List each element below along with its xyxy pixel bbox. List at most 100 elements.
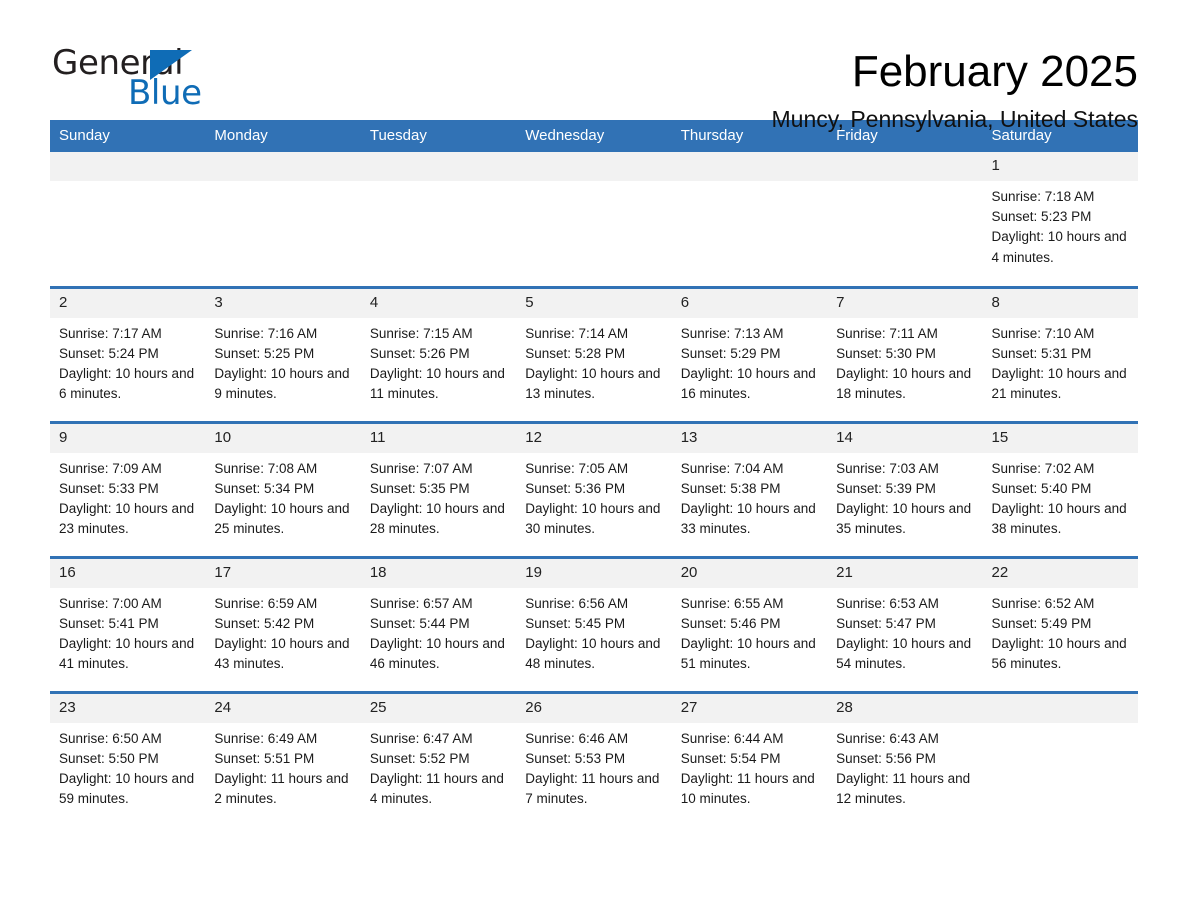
day-number: 10 [205,423,361,453]
sunset-text: Sunset: 5:51 PM [214,750,315,766]
daylight-text: Daylight: 10 hours and 46 minutes. [369,635,505,672]
daylight-text: Daylight: 11 hours and 4 minutes. [369,770,504,807]
sunset-text: Sunset: 5:46 PM [680,615,781,631]
calendar-day-cell[interactable]: 8 Sunrise: 7:10 AM Sunset: 5:31 PM Daylight… [982,285,1138,422]
sunrise-text: Sunrise: 7:16 AM [214,325,318,341]
calendar-day-cell[interactable]: 21 Sunrise: 6:53 AM Sunset: 5:47 PM Dayligh… [827,555,983,692]
daylight-text: Daylight: 11 hours and 2 minutes. [214,770,349,807]
calendar-day-cell-empty [827,152,983,287]
calendar-day-cell-empty [360,152,517,287]
calendar-day-cell[interactable]: 12 Sunrise: 7:05 AM Sunset: 5:36 PM Dayligh… [516,420,672,557]
sunrise-text: Sunrise: 7:00 AM [59,595,162,611]
day-number [360,152,517,181]
day-number [671,152,828,181]
calendar-day-cell[interactable]: 26 Sunrise: 6:46 AM Sunset: 5:53 PM Dayligh… [516,690,672,827]
day-details: Sunrise: 6:43 AM Sunset: 5:56 PM Daylight:… [827,723,982,810]
calendar-day-cell[interactable]: 13 Sunrise: 7:04 AM Sunset: 5:38 PM Dayligh… [671,420,828,557]
sunrise-text: Sunrise: 6:56 AM [525,595,629,611]
day-number: 16 [50,558,206,588]
day-number: 27 [671,693,828,723]
sunset-text: Sunset: 5:25 PM [214,345,315,361]
calendar-day-cell[interactable]: 28 Sunrise: 6:43 AM Sunset: 5:56 PM Dayligh… [827,690,983,827]
sunset-text: Sunset: 5:44 PM [369,615,470,631]
sunset-text: Sunset: 5:36 PM [525,480,626,496]
day-number: 18 [360,558,517,588]
general-blue-logo[interactable]: General Blue [50,44,210,112]
day-details: Sunrise: 6:57 AM Sunset: 5:44 PM Daylight:… [361,588,516,675]
sunset-text: Sunset: 5:33 PM [59,480,159,496]
sunrise-text: Sunrise: 6:55 AM [680,595,784,611]
sunset-text: Sunset: 5:29 PM [680,345,781,361]
sunrise-sunset-calendar: Sunday Monday Tuesday Wednesday Thursday… [50,120,1138,827]
calendar-day-cell[interactable]: 2 Sunrise: 7:17 AM Sunset: 5:24 PM Daylight… [50,285,206,422]
calendar-day-cell[interactable]: 25 Sunrise: 6:47 AM Sunset: 5:52 PM Dayligh… [360,690,517,827]
day-details: Sunrise: 7:00 AM Sunset: 5:41 PM Daylight:… [50,588,205,675]
calendar-day-cell[interactable]: 11 Sunrise: 7:07 AM Sunset: 5:35 PM Dayligh… [360,420,517,557]
calendar-day-cell[interactable]: 9 Sunrise: 7:09 AM Sunset: 5:33 PM Daylight… [50,420,206,557]
day-details: Sunrise: 6:56 AM Sunset: 5:45 PM Daylight:… [516,588,671,675]
calendar-day-cell[interactable]: 24 Sunrise: 6:49 AM Sunset: 5:51 PM Dayligh… [205,690,361,827]
day-number: 5 [516,288,672,318]
calendar-day-cell[interactable]: 6 Sunrise: 7:13 AM Sunset: 5:29 PM Daylight… [671,285,828,422]
daylight-text: Daylight: 11 hours and 10 minutes. [680,770,815,807]
sunrise-text: Sunrise: 6:57 AM [369,595,473,611]
day-number: 25 [360,693,517,723]
day-number: 24 [205,693,361,723]
calendar-day-cell[interactable]: 14 Sunrise: 7:03 AM Sunset: 5:39 PM Dayligh… [827,420,983,557]
calendar-day-cell[interactable]: 22 Sunrise: 6:52 AM Sunset: 5:49 PM Dayligh… [982,555,1138,692]
calendar-day-cell[interactable]: 5 Sunrise: 7:14 AM Sunset: 5:28 PM Daylight… [516,285,672,422]
sunset-text: Sunset: 5:47 PM [836,615,936,631]
day-number: 13 [671,423,828,453]
daylight-text: Daylight: 10 hours and 41 minutes. [59,635,195,672]
day-number: 17 [205,558,361,588]
sunrise-text: Sunrise: 7:17 AM [59,325,162,341]
calendar-day-cell[interactable]: 4 Sunrise: 7:15 AM Sunset: 5:26 PM Daylight… [360,285,517,422]
calendar-day-cell[interactable]: 17 Sunrise: 6:59 AM Sunset: 5:42 PM Dayligh… [205,555,361,692]
daylight-text: Daylight: 10 hours and 28 minutes. [369,500,505,537]
sunset-text: Sunset: 5:39 PM [836,480,936,496]
calendar-week-row: 2 Sunrise: 7:17 AM Sunset: 5:24 PM Daylight… [50,285,1138,422]
calendar-day-cell[interactable]: 10 Sunrise: 7:08 AM Sunset: 5:34 PM Dayligh… [205,420,361,557]
calendar-week-row: 16 Sunrise: 7:00 AM Sunset: 5:41 PM Dayligh… [50,555,1138,692]
daylight-text: Daylight: 11 hours and 7 minutes. [525,770,660,807]
sunrise-text: Sunrise: 7:02 AM [991,460,1095,476]
day-details: Sunrise: 7:18 AM Sunset: 5:23 PM Daylight:… [983,181,1138,268]
sunset-text: Sunset: 5:24 PM [59,345,159,361]
day-number: 15 [982,423,1138,453]
daylight-text: Daylight: 10 hours and 51 minutes. [680,635,816,672]
day-details: Sunrise: 7:10 AM Sunset: 5:31 PM Daylight:… [983,318,1138,405]
day-number: 9 [50,423,206,453]
day-number [827,152,983,181]
calendar-day-cell[interactable]: 3 Sunrise: 7:16 AM Sunset: 5:25 PM Daylight… [205,285,361,422]
sunset-text: Sunset: 5:40 PM [991,480,1092,496]
day-details: Sunrise: 7:02 AM Sunset: 5:40 PM Daylight:… [983,453,1138,540]
daylight-text: Daylight: 10 hours and 13 minutes. [525,365,661,402]
sunrise-text: Sunrise: 6:52 AM [991,595,1095,611]
daylight-text: Daylight: 10 hours and 6 minutes. [59,365,195,402]
calendar-day-cell[interactable]: 15 Sunrise: 7:02 AM Sunset: 5:40 PM Dayligh… [982,420,1138,557]
day-number: 8 [982,288,1138,318]
daylight-text: Daylight: 10 hours and 11 minutes. [369,365,505,402]
calendar-day-cell-empty [982,690,1138,827]
calendar-day-cell[interactable]: 27 Sunrise: 6:44 AM Sunset: 5:54 PM Dayligh… [671,690,828,827]
daylight-text: Daylight: 10 hours and 38 minutes. [991,500,1127,537]
day-number: 3 [205,288,361,318]
sunset-text: Sunset: 5:42 PM [214,615,315,631]
calendar-day-cell[interactable]: 18 Sunrise: 6:57 AM Sunset: 5:44 PM Dayligh… [360,555,517,692]
day-details: Sunrise: 7:14 AM Sunset: 5:28 PM Daylight:… [516,318,671,405]
day-details: Sunrise: 7:16 AM Sunset: 5:25 PM Daylight:… [205,318,360,405]
calendar-day-cell[interactable]: 7 Sunrise: 7:11 AM Sunset: 5:30 PM Daylight… [827,285,983,422]
calendar-page: General Blue February 2025 Muncy, Pennsy… [0,0,1188,918]
calendar-day-cell[interactable]: 20 Sunrise: 6:55 AM Sunset: 5:46 PM Dayligh… [671,555,828,692]
page-header: General Blue February 2025 Muncy, Pennsy… [50,0,1138,132]
daylight-text: Daylight: 10 hours and 21 minutes. [991,365,1127,402]
calendar-day-cell[interactable]: 23 Sunrise: 6:50 AM Sunset: 5:50 PM Dayligh… [50,690,206,827]
calendar-day-cell[interactable]: 1 Sunrise: 7:18 AM Sunset: 5:23 PM Daylight… [982,152,1138,287]
calendar-day-cell[interactable]: 19 Sunrise: 6:56 AM Sunset: 5:45 PM Dayligh… [516,555,672,692]
day-number [982,693,1138,723]
daylight-text: Daylight: 10 hours and 4 minutes. [991,229,1127,265]
calendar-day-cell[interactable]: 16 Sunrise: 7:00 AM Sunset: 5:41 PM Dayligh… [50,555,206,692]
calendar-day-cell-empty [671,152,828,287]
daylight-text: Daylight: 11 hours and 12 minutes. [836,770,971,807]
sunset-text: Sunset: 5:53 PM [525,750,626,766]
